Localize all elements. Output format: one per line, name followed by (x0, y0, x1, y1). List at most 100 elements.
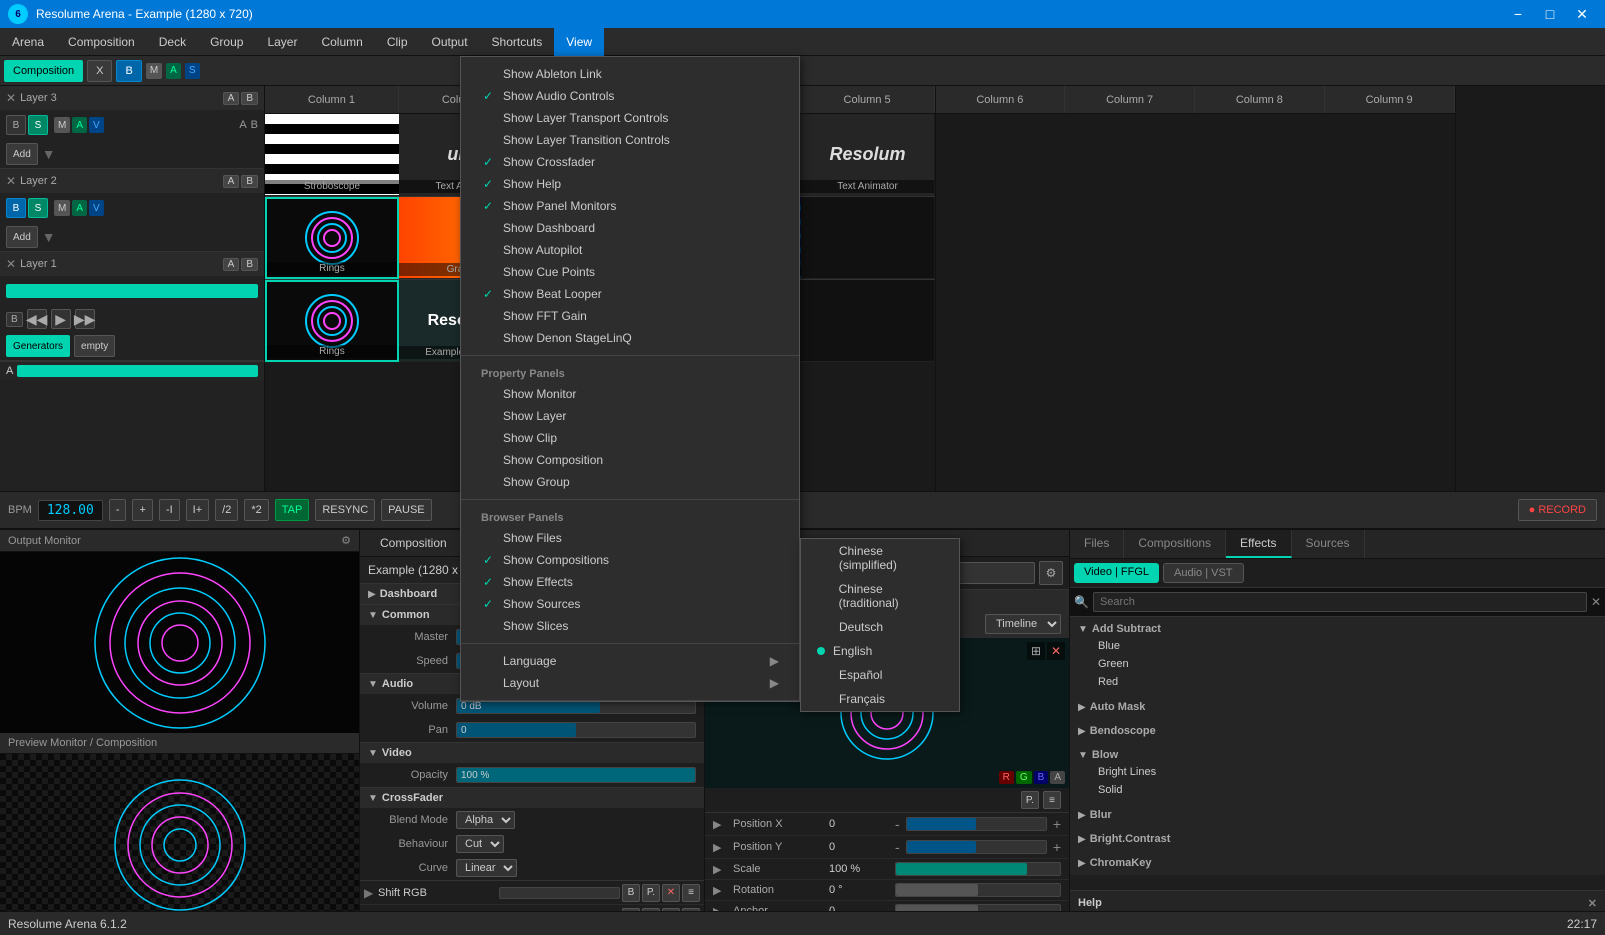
vm-item-dashboard[interactable]: Show Dashboard (461, 217, 799, 239)
vm-item-denon[interactable]: Show Denon StageLinQ (461, 327, 799, 349)
vm-item-autopilot[interactable]: Show Autopilot (461, 239, 799, 261)
comp-curve-dropdown[interactable]: Linear (456, 859, 517, 877)
effect-shift-rgb-x-btn[interactable]: ✕ (662, 884, 680, 902)
close-button[interactable]: ✕ (1567, 4, 1597, 24)
effect-shift-rgb-menu-btn[interactable]: ≡ (682, 884, 700, 902)
vm-item-fft-gain[interactable]: Show FFT Gain (461, 305, 799, 327)
layer-1-prev-btn[interactable]: ◀◀ (27, 309, 47, 329)
menu-layer[interactable]: Layer (255, 28, 309, 56)
layer-2-b-btn[interactable]: B (241, 175, 258, 188)
lang-chinese-traditional[interactable]: Chinese (traditional) (801, 577, 959, 615)
menu-view[interactable]: View (554, 28, 604, 56)
layer-3-b-toggle[interactable]: B (6, 115, 26, 135)
layer-1-b-btn[interactable]: B (241, 258, 258, 271)
menu-composition[interactable]: Composition (56, 28, 147, 56)
vm-item-show-effects[interactable]: ✓ Show Effects (461, 571, 799, 593)
tab-sources[interactable]: Sources (1292, 530, 1365, 558)
close-icon-3[interactable]: ✕ (6, 91, 16, 105)
lang-chinese-simplified[interactable]: Chinese (simplified) (801, 539, 959, 577)
help-close-icon[interactable]: ✕ (1588, 897, 1597, 910)
layer-1-generators-btn[interactable]: Generators (6, 335, 70, 357)
comp-crossfader-header[interactable]: ▼ CrossFader (360, 788, 704, 808)
comp-opacity-slider[interactable]: 100 % (456, 767, 696, 783)
col-header-6[interactable]: Column 6 (936, 86, 1066, 113)
layer-3-s-toggle[interactable]: S (28, 115, 48, 135)
category-bendoscope-header[interactable]: ▶ Bendoscope (1078, 723, 1597, 739)
vm-item-cue-points[interactable]: Show Cue Points (461, 261, 799, 283)
col-header-5[interactable]: Column 5 (801, 86, 935, 113)
vm-item-audio-controls[interactable]: ✓ Show Audio Controls (461, 85, 799, 107)
effect-shift-rgb-p-btn[interactable]: P. (642, 884, 660, 902)
menu-arena[interactable]: Arena (0, 28, 56, 56)
menu-deck[interactable]: Deck (147, 28, 198, 56)
effect-item-blue[interactable]: Blue (1078, 637, 1597, 655)
category-add-subtract-header[interactable]: ▼ Add Subtract (1078, 621, 1597, 637)
menu-column[interactable]: Column (309, 28, 374, 56)
lang-deutsch[interactable]: Deutsch (801, 615, 959, 639)
comp-blend-dropdown[interactable]: Alpha (456, 811, 515, 829)
clip-preview-close-btn[interactable]: ✕ (1047, 642, 1065, 660)
resync-btn[interactable]: RESYNC (315, 499, 375, 521)
layer-1-empty-btn[interactable]: empty (74, 335, 115, 357)
tap-btn[interactable]: TAP (275, 499, 310, 521)
bpm-div2-btn[interactable]: /2 (215, 499, 238, 521)
clip-rings-active[interactable]: Rings (265, 197, 399, 279)
composition-tab-btn[interactable]: Composition (4, 60, 83, 82)
param-position-x-minus-btn[interactable]: - (895, 816, 900, 832)
bpm-mul2-btn[interactable]: *2 (244, 499, 268, 521)
vm-item-crossfader[interactable]: ✓ Show Crossfader (461, 151, 799, 173)
menu-clip[interactable]: Clip (375, 28, 420, 56)
maximize-button[interactable]: □ (1535, 4, 1565, 24)
vm-item-show-monitor[interactable]: Show Monitor (461, 383, 799, 405)
param-rotation-slider[interactable] (895, 883, 1061, 897)
layer-2-a-btn[interactable]: A (223, 175, 240, 188)
lang-espanol[interactable]: Español (801, 663, 959, 687)
clip-panel-settings-btn[interactable]: ⚙ (1039, 561, 1063, 585)
vm-item-show-composition[interactable]: Show Composition (461, 449, 799, 471)
category-blow-header[interactable]: ▼ Blow (1078, 747, 1597, 763)
vm-item-layer-transport[interactable]: Show Layer Transport Controls (461, 107, 799, 129)
lang-francais[interactable]: Français (801, 687, 959, 711)
bpm-plus-btn[interactable]: + (132, 499, 152, 521)
layer-2-b-toggle[interactable]: B (6, 198, 26, 218)
bpm-minus-btn[interactable]: - (109, 499, 127, 521)
param-position-y-minus-btn[interactable]: - (895, 839, 900, 855)
layer-2-s-toggle[interactable]: S (28, 198, 48, 218)
audio-vst-tab[interactable]: Audio | VST (1163, 563, 1244, 583)
clip-timeline-dropdown[interactable]: Timeline (985, 614, 1061, 634)
layer-2-add-btn[interactable]: Add (6, 226, 38, 248)
layer-1-a-btn[interactable]: A (223, 258, 240, 271)
layer-1-next-btn[interactable]: ▶▶ (75, 309, 95, 329)
comp-pan-slider[interactable]: 0 (456, 722, 696, 738)
layer-1-slider[interactable] (6, 284, 258, 298)
x-btn[interactable]: X (87, 60, 112, 82)
effect-item-bright-lines[interactable]: Bright Lines (1078, 763, 1597, 781)
vm-item-beat-looper[interactable]: ✓ Show Beat Looper (461, 283, 799, 305)
effects-search-input[interactable] (1093, 592, 1587, 612)
category-chromakey-header[interactable]: ▶ ChromaKey (1078, 855, 1597, 871)
param-position-y-expand-icon[interactable]: ▶ (713, 841, 727, 854)
col-header-1[interactable]: Column 1 (265, 86, 399, 113)
layer-1-play-btn[interactable]: ▶ (51, 309, 71, 329)
effect-item-solid[interactable]: Solid (1078, 781, 1597, 799)
vm-item-show-sources[interactable]: ✓ Show Sources (461, 593, 799, 615)
clip-pin-btn[interactable]: P. (1021, 791, 1039, 809)
menu-output[interactable]: Output (420, 28, 480, 56)
category-blur-header[interactable]: ▶ Blur (1078, 807, 1597, 823)
menu-shortcuts[interactable]: Shortcuts (480, 28, 555, 56)
clip-preview-expand-btn[interactable]: ⊞ (1027, 642, 1045, 660)
param-position-y-plus-btn[interactable]: + (1053, 839, 1061, 855)
layer-3-a-btn[interactable]: A (223, 92, 240, 105)
col-header-7[interactable]: Column 7 (1065, 86, 1195, 113)
vm-item-show-group[interactable]: Show Group (461, 471, 799, 493)
param-rotation-expand-icon[interactable]: ▶ (713, 884, 727, 897)
comp-behaviour-dropdown[interactable]: Cut (456, 835, 504, 853)
col-header-8[interactable]: Column 8 (1195, 86, 1325, 113)
param-scale-slider[interactable] (895, 862, 1061, 876)
category-auto-mask-header[interactable]: ▶ Auto Mask (1078, 699, 1597, 715)
vm-item-ableton-link[interactable]: Show Ableton Link (461, 63, 799, 85)
param-scale-expand-icon[interactable]: ▶ (713, 863, 727, 876)
clip-empty-4[interactable] (801, 280, 935, 362)
clip-text-resolum[interactable]: Resolum Text Animator (801, 114, 935, 196)
vm-item-layout[interactable]: Layout ▶ (461, 672, 799, 694)
